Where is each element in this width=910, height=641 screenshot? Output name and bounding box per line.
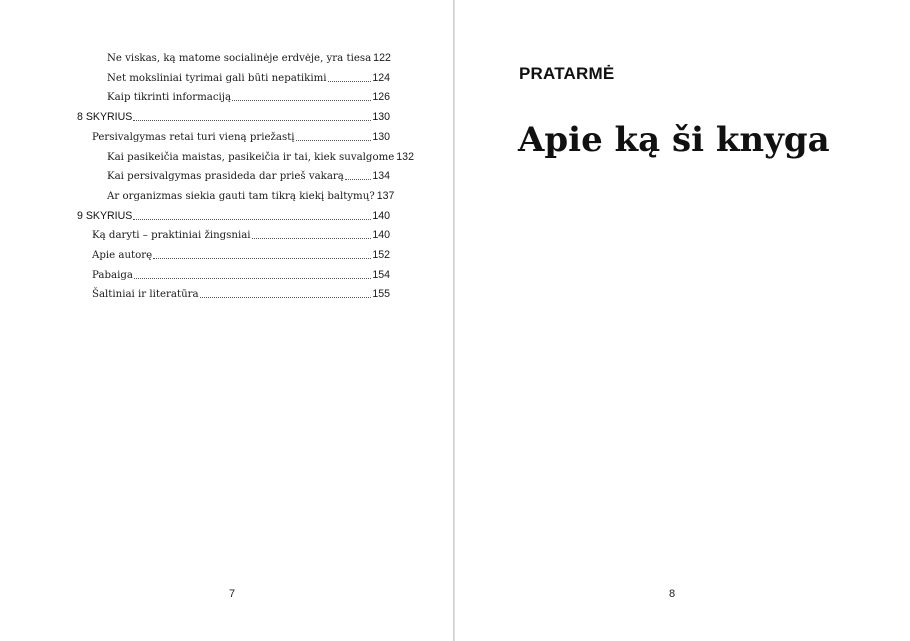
toc-entry-title: 8 SKYRIUS xyxy=(77,111,133,124)
toc-entry: Kaip tikrinti informaciją 126 xyxy=(107,87,390,107)
toc-entry: Ne viskas, ką matome socialinėje erdvėje… xyxy=(107,48,391,68)
left-page: Ne viskas, ką matome socialinėje erdvėje… xyxy=(0,0,453,641)
toc-entry: Apie autorę 152 xyxy=(92,245,390,265)
toc-entry: Persivalgymas retai turi vieną priežastį… xyxy=(92,127,390,147)
toc-leader-dots xyxy=(344,179,372,181)
toc-entry: Kai pasikeičia maistas, pasikeičia ir ta… xyxy=(107,147,414,167)
toc-leader-dots xyxy=(232,100,372,102)
toc-leader-dots xyxy=(133,277,372,279)
toc-entry-page: 134 xyxy=(372,170,390,183)
toc-entry: 8 SKYRIUS 130 xyxy=(77,107,390,127)
section-kicker: PRATARMĖ xyxy=(519,64,615,83)
toc-leader-dots xyxy=(251,238,372,240)
toc-entry: Ar organizmas siekia gauti tam tikrą kie… xyxy=(107,186,394,206)
toc-entry-title: Kai pasikeičia maistas, pasikeičia ir ta… xyxy=(107,151,395,163)
toc-entry-page: 137 xyxy=(376,189,395,202)
toc-entry-page: 152 xyxy=(372,249,390,261)
toc-leader-dots xyxy=(327,80,372,82)
toc-leader-dots xyxy=(295,139,372,141)
toc-leader-dots xyxy=(153,258,372,259)
toc-entry-page: 122 xyxy=(373,52,391,64)
toc-entry: Kai persivalgymas prasideda dar prieš va… xyxy=(107,166,390,186)
right-page-number: 8 xyxy=(669,588,676,600)
toc-entry-page: 154 xyxy=(372,268,390,281)
toc-entry: Šaltiniai ir literatūra 155 xyxy=(92,284,390,304)
toc-entry-page: 126 xyxy=(372,91,390,104)
toc-entry-page: 130 xyxy=(372,111,390,124)
toc-entry-page: 140 xyxy=(372,209,390,222)
toc-entry-page: 124 xyxy=(372,71,390,84)
toc-leader-dots xyxy=(199,297,372,299)
toc-leader-dots xyxy=(133,218,372,220)
toc-leader-dots xyxy=(133,120,372,122)
chapter-title: Apie ką ši knyga xyxy=(518,120,830,160)
toc-entry: Net moksliniai tyrimai gali būti nepatik… xyxy=(107,68,390,88)
toc-entry-title: 9 SKYRIUS xyxy=(77,209,133,222)
toc-entry-title: Net moksliniai tyrimai gali būti nepatik… xyxy=(107,72,327,84)
toc-entry-title: Pabaiga xyxy=(92,269,133,281)
toc-entry-page: 132 xyxy=(396,150,414,163)
toc-entry-title: Kaip tikrinti informaciją xyxy=(107,92,232,104)
toc-entry-title: Ne viskas, ką matome socialinėje erdvėje… xyxy=(107,53,372,64)
toc-entry: 9 SKYRIUS 140 xyxy=(77,206,390,226)
toc-entry-title: Šaltiniai ir literatūra xyxy=(92,289,199,301)
toc-entry: Ką daryti – praktiniai žingsniai 140 xyxy=(92,225,390,245)
toc-entry: Pabaiga 154 xyxy=(92,265,390,285)
toc-entry-title: Ką daryti – praktiniai žingsniai xyxy=(92,230,251,242)
toc-entry-page: 155 xyxy=(372,288,390,301)
toc-entry-page: 130 xyxy=(372,130,390,143)
toc-entry-title: Ar organizmas siekia gauti tam tikrą kie… xyxy=(107,190,375,202)
toc-entry-page: 140 xyxy=(372,229,390,242)
left-page-number: 7 xyxy=(229,588,236,600)
toc-entry-title: Apie autorę xyxy=(92,250,153,261)
toc-entry-title: Persivalgymas retai turi vieną priežastį xyxy=(92,131,295,143)
toc-entry-title: Kai persivalgymas prasideda dar prieš va… xyxy=(107,171,344,183)
right-page: PRATARMĖ Apie ką ši knyga 8 xyxy=(455,0,910,641)
